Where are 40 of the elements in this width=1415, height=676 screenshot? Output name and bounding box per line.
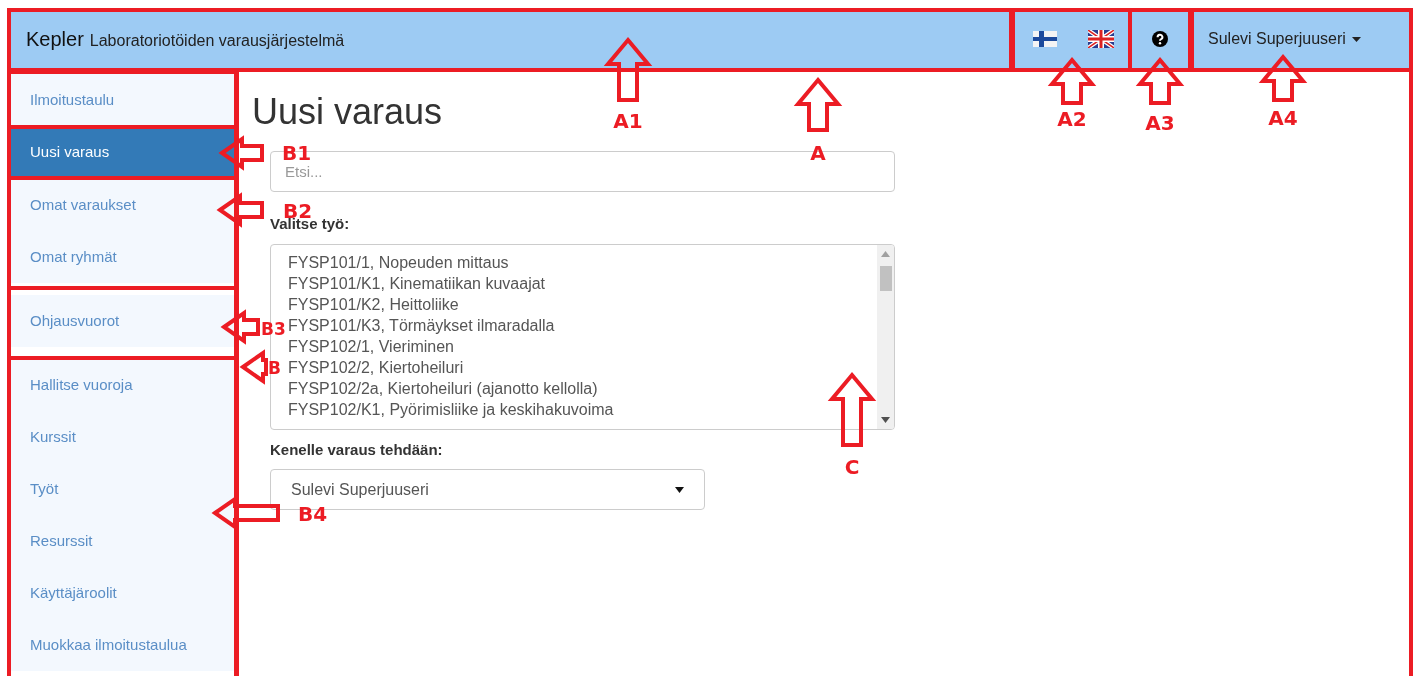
list-option[interactable]: FYSP102/1, Vieriminen	[288, 335, 454, 357]
annotation-label: A3	[1145, 111, 1175, 135]
annotation-arrow	[603, 36, 653, 102]
annotation-label: B	[268, 358, 281, 378]
annotation-arrow	[211, 495, 280, 531]
annotation-arrow	[1258, 53, 1308, 102]
annotation-arrow	[218, 135, 264, 171]
uk-flag-icon[interactable]	[1088, 30, 1115, 48]
annotation-label: C	[844, 455, 860, 479]
annotation-label: A2	[1057, 107, 1087, 131]
list-option[interactable]: FYSP101/K3, Törmäykset ilmaradalla	[288, 314, 555, 336]
list-option[interactable]: FYSP102/2a, Kiertoheiluri (ajanotto kellolla)	[288, 377, 598, 399]
page-title: Uusi varaus	[252, 90, 443, 134]
annotation-label: A1	[613, 109, 643, 133]
dropdown-arrow-icon	[675, 486, 684, 493]
annotation-arrow	[216, 192, 264, 228]
select-value: Sulevi Superjuuseri	[291, 479, 429, 500]
scroll-down-icon[interactable]	[881, 416, 890, 423]
annotation-arrow	[793, 76, 843, 132]
list-option[interactable]: FYSP102/2, Kiertoheiluri	[288, 356, 464, 378]
list-option[interactable]: FYSP101/K1, Kinematiikan kuvaajat	[288, 272, 546, 294]
annotation-arrow	[1135, 56, 1185, 105]
annotation-arrow	[239, 349, 268, 385]
annotation-label: B3	[261, 319, 286, 339]
list-option[interactable]: FYSP102/K1, Pyörimisliike ja keskihakuvoima	[288, 398, 614, 420]
brand-name[interactable]: Kepler	[26, 24, 84, 54]
annotation-arrow	[220, 309, 260, 345]
user-menu[interactable]: Sulevi Superjuuseri	[1190, 8, 1412, 70]
help-icon[interactable]	[1152, 31, 1168, 47]
list-option[interactable]: FYSP101/1, Nopeuden mittaus	[288, 251, 509, 273]
sidebar-item[interactable]: Uusi varaus	[8, 129, 237, 176]
app-subtitle: Laboratoriotöiden varausjärjestelmä	[89, 31, 345, 51]
scrollbar[interactable]	[877, 244, 894, 429]
annotation-label: A4	[1268, 106, 1298, 130]
annotation-arrow	[1047, 56, 1097, 105]
scroll-thumb[interactable]	[880, 265, 892, 291]
list-option[interactable]: FYSP101/K2, Heittoliike	[288, 293, 459, 315]
caret-icon	[1351, 36, 1361, 42]
field-label: Kenelle varaus tehdään:	[270, 439, 444, 460]
finland-flag-icon[interactable]	[1032, 31, 1057, 47]
